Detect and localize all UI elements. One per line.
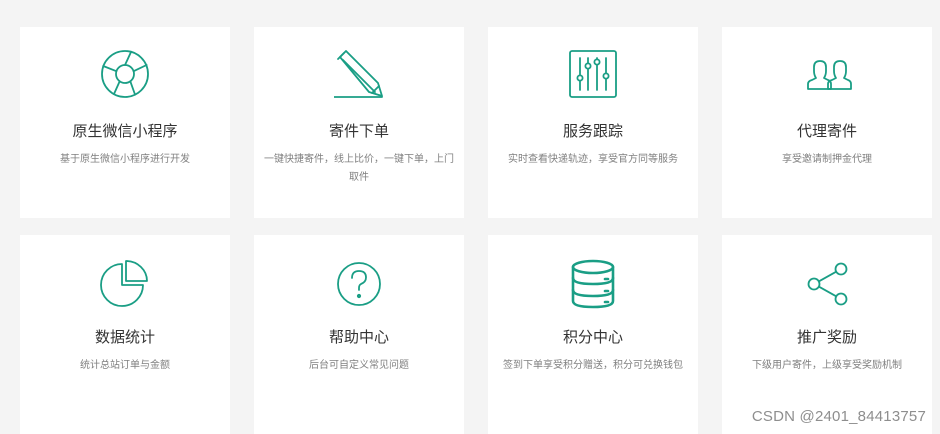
feature-title: 积分中心: [562, 328, 623, 346]
feature-card-help-center[interactable]: 帮助中心 后台可自定义常见问题: [254, 235, 464, 434]
feature-title: 服务跟踪: [562, 122, 623, 140]
feature-description: 一键快捷寄件，线上比价，一键下单，上门取件: [264, 154, 454, 183]
feature-title: 代理寄件: [796, 122, 857, 140]
feature-card-shipping-order[interactable]: 寄件下单 一键快捷寄件，线上比价，一键下单，上门取件: [254, 27, 464, 218]
aperture-icon: [100, 49, 150, 99]
feature-title: 推广奖励: [796, 328, 857, 346]
users-icon: [802, 49, 852, 99]
feature-card-service-tracking[interactable]: 服务跟踪 实时查看快递轨迹，享受官方同等服务: [488, 27, 698, 218]
pencil-icon: [334, 49, 384, 99]
feature-description: 统计总站订单与金额: [80, 360, 170, 371]
feature-card-points-center[interactable]: 积分中心 签到下单享受积分赠送，积分可兑换钱包: [488, 235, 698, 434]
feature-description: 下级用户寄件，上级享受奖励机制: [752, 360, 902, 371]
feature-description: 实时查看快递轨迹，享受官方同等服务: [508, 154, 678, 165]
feature-description: 享受邀请制押金代理: [782, 154, 872, 165]
sliders-icon: [568, 49, 618, 99]
pie-chart-icon: [100, 259, 150, 309]
database-icon: [568, 259, 618, 309]
watermark-text: CSDN @2401_84413757: [751, 408, 926, 425]
feature-title: 帮助中心: [328, 328, 389, 346]
feature-title: 原生微信小程序: [72, 122, 178, 140]
feature-card-referral-reward[interactable]: 推广奖励 下级用户寄件，上级享受奖励机制: [722, 235, 932, 434]
help-circle-icon: [334, 259, 384, 309]
feature-card-agent-shipping[interactable]: 代理寄件 享受邀请制押金代理: [722, 27, 932, 218]
feature-title: 寄件下单: [328, 122, 389, 140]
feature-description: 基于原生微信小程序进行开发: [60, 154, 190, 165]
feature-description: 签到下单享受积分赠送，积分可兑换钱包: [503, 360, 683, 371]
feature-card-data-statistics[interactable]: 数据统计 统计总站订单与金额: [20, 235, 230, 434]
feature-description: 后台可自定义常见问题: [309, 360, 409, 371]
share-icon: [802, 259, 852, 309]
feature-title: 数据统计: [94, 328, 155, 346]
feature-card-mini-program[interactable]: 原生微信小程序 基于原生微信小程序进行开发: [20, 27, 230, 218]
